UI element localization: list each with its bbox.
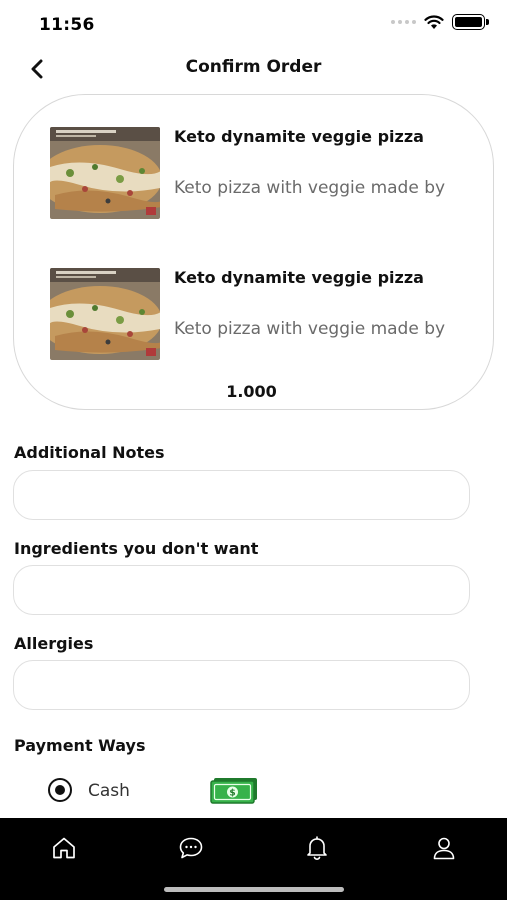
order-item[interactable]: Keto dynamite veggie pizza Keto pizza wi… bbox=[50, 268, 490, 368]
svg-text:$: $ bbox=[229, 789, 235, 799]
payment-option-cash[interactable]: Cash $ bbox=[48, 776, 288, 806]
order-total: 1.000 bbox=[226, 382, 277, 401]
tab-profile[interactable] bbox=[426, 830, 462, 866]
cash-radio[interactable] bbox=[48, 778, 72, 802]
tab-bar bbox=[0, 818, 507, 900]
wifi-icon bbox=[424, 14, 444, 29]
status-icons bbox=[391, 14, 489, 30]
tab-notifications[interactable] bbox=[299, 830, 335, 866]
item-name: Keto dynamite veggie pizza bbox=[174, 127, 424, 146]
tab-chat[interactable] bbox=[173, 830, 209, 866]
home-indicator bbox=[164, 887, 344, 892]
status-time: 11:56 bbox=[39, 15, 95, 35]
payment-option-label: Cash bbox=[88, 781, 130, 801]
cellular-signal-icon bbox=[391, 20, 416, 24]
tab-home[interactable] bbox=[46, 830, 82, 866]
status-bar: 11:56 bbox=[0, 0, 507, 48]
pizza-image bbox=[50, 268, 160, 360]
cash-icon: $ bbox=[210, 778, 257, 804]
ingredients-unwanted-label: Ingredients you don't want bbox=[14, 539, 259, 558]
order-item[interactable]: Keto dynamite veggie pizza Keto pizza wi… bbox=[50, 127, 490, 227]
allergies-input[interactable] bbox=[13, 660, 470, 710]
ingredients-unwanted-input[interactable] bbox=[13, 565, 470, 615]
chat-icon bbox=[179, 837, 203, 859]
additional-notes-label: Additional Notes bbox=[14, 443, 165, 462]
bell-icon bbox=[307, 836, 327, 861]
additional-notes-input[interactable] bbox=[13, 470, 470, 520]
order-summary-card: Keto dynamite veggie pizza Keto pizza wi… bbox=[13, 94, 494, 410]
item-description: Keto pizza with veggie made by bbox=[174, 178, 446, 198]
nav-header: Confirm Order bbox=[0, 48, 507, 88]
user-icon bbox=[433, 837, 455, 860]
page-title: Confirm Order bbox=[185, 57, 322, 77]
battery-icon bbox=[452, 14, 489, 30]
allergies-label: Allergies bbox=[14, 634, 94, 653]
home-icon bbox=[53, 837, 75, 859]
payment-ways-label: Payment Ways bbox=[14, 736, 146, 755]
item-description: Keto pizza with veggie made by bbox=[174, 319, 446, 339]
pizza-image bbox=[50, 127, 160, 219]
item-name: Keto dynamite veggie pizza bbox=[174, 268, 424, 287]
